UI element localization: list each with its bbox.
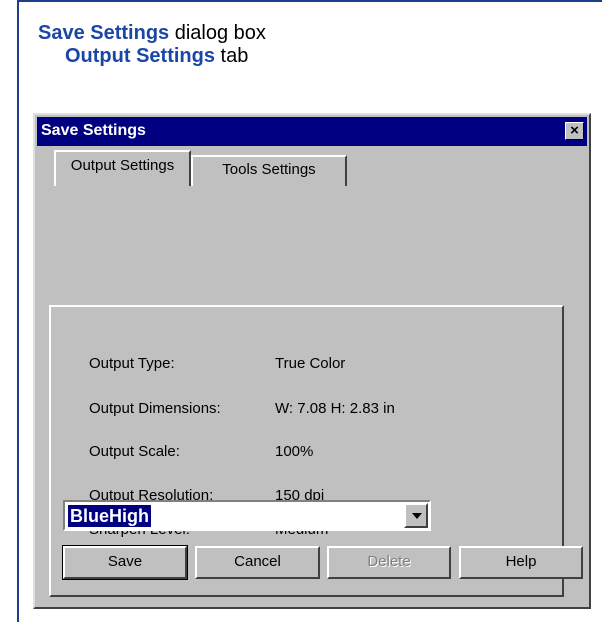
cancel-button[interactable]: Cancel xyxy=(195,546,320,579)
save-button[interactable]: Save xyxy=(62,545,188,580)
field-value: 100% xyxy=(275,443,314,460)
help-button[interactable]: Help xyxy=(459,546,583,579)
frame-left-rule xyxy=(17,0,19,622)
tab-tools-settings[interactable]: Tools Settings xyxy=(191,155,347,186)
field-label: Output Dimensions: xyxy=(89,400,221,417)
close-button[interactable]: × xyxy=(565,122,584,140)
field-value: True Color xyxy=(275,355,346,372)
field-label: Output Type: xyxy=(89,355,175,372)
chevron-down-icon xyxy=(412,513,422,519)
dialog-titlebar[interactable]: Save Settings × xyxy=(37,117,587,146)
caption-line-1: Save Settings dialog box xyxy=(38,22,266,45)
caption-tab-suffix: tab xyxy=(214,45,249,67)
tab-output-settings[interactable]: Output Settings xyxy=(54,150,191,186)
preset-combo-box[interactable]: BlueHigh xyxy=(63,500,431,531)
frame-top-rule xyxy=(17,0,602,2)
caption-tab-name: Output Settings xyxy=(65,45,215,67)
figure-caption: Save Settings dialog box Output Settings… xyxy=(38,22,266,68)
caption-dialog-suffix: dialog box xyxy=(169,22,266,44)
field-label: Output Scale: xyxy=(89,443,180,460)
dropdown-button[interactable] xyxy=(404,503,428,528)
dialog-title: Save Settings xyxy=(41,122,146,139)
close-icon: × xyxy=(570,122,579,139)
delete-button[interactable]: Delete xyxy=(327,546,451,579)
caption-line-2: Output Settings tab xyxy=(38,45,266,68)
field-value: W: 7.08 H: 2.83 in xyxy=(275,400,395,417)
save-settings-dialog: Save Settings × Output Type: True Color … xyxy=(33,113,591,609)
caption-dialog-name: Save Settings xyxy=(38,22,170,44)
preset-name-value[interactable]: BlueHigh xyxy=(68,505,151,527)
